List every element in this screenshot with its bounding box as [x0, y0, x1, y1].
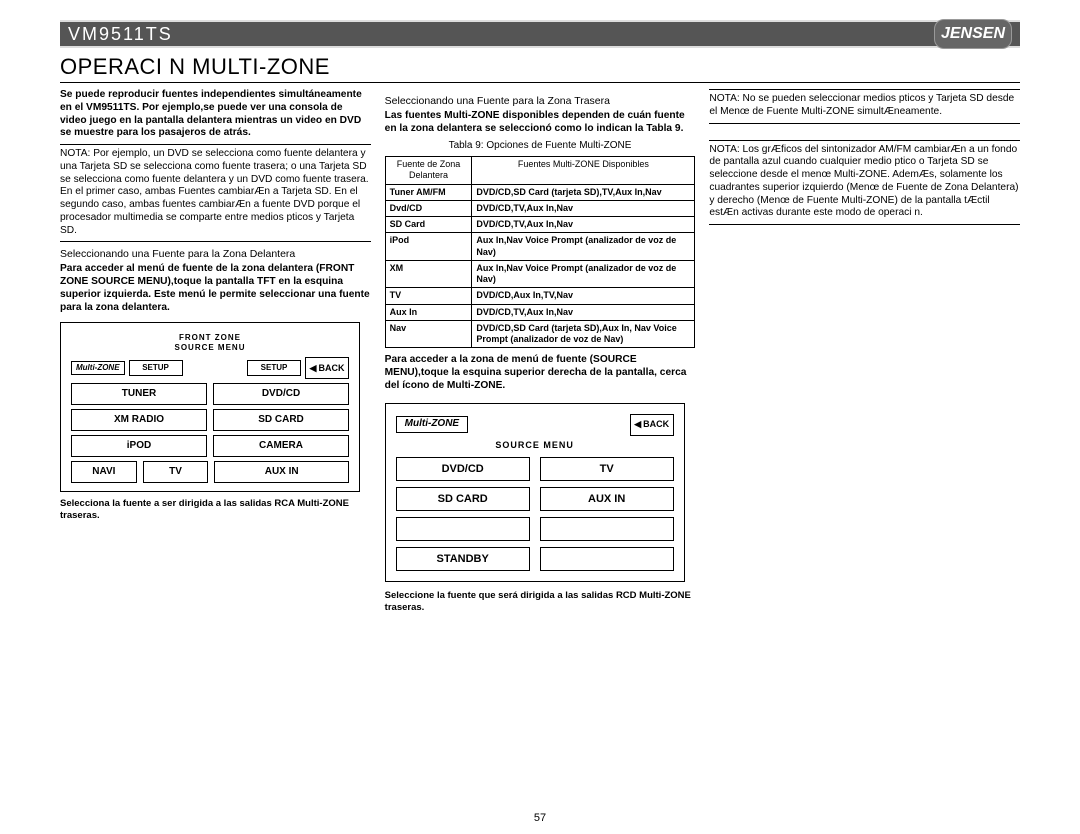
table-caption: Tabla 9: Opciones de Fuente Multi-ZONE: [385, 140, 696, 153]
rear-placeholder-1: [396, 517, 530, 541]
column-3: NOTA: No se pueden seleccionar medios pt…: [709, 89, 1020, 618]
setup-right-button[interactable]: SETUP: [247, 360, 301, 376]
dvdcd-button[interactable]: DVD/CD: [213, 383, 349, 405]
ipod-button[interactable]: iPOD: [71, 435, 207, 457]
t9-r6-c0: Aux In: [385, 304, 472, 320]
rear-back-label: BACK: [643, 419, 669, 430]
page-number: 57: [0, 812, 1080, 824]
t9-r2-c1: DVD/CD,TV,Aux In,Nav: [472, 217, 695, 233]
rear-access: Para acceder a la zona de menú de fuente…: [385, 354, 696, 392]
front-zone-menu: FRONT ZONE SOURCE MENU Multi-ZONE SETUP …: [60, 322, 360, 492]
note-c3-2: NOTA: Los grÆficos del sintonizador AM/F…: [709, 144, 1020, 221]
setup-left-button[interactable]: SETUP: [129, 360, 183, 376]
front-access: Para acceder al menú de fuente de la zon…: [60, 263, 371, 314]
front-menu-title1: FRONT ZONE: [71, 333, 349, 343]
rear-zone-menu: Multi-ZONE BACK SOURCE MENU DVD/CD TV SD…: [385, 403, 685, 582]
front-subhead: Seleccionando una Fuente para la Zona De…: [60, 248, 371, 261]
brand-logo: JENSEN: [934, 19, 1012, 49]
rear-caption: Seleccione la fuente que será dirigida a…: [385, 590, 696, 614]
tv-button[interactable]: TV: [143, 461, 209, 483]
t9-r3-c1: Aux In,Nav Voice Prompt (analizador de v…: [472, 233, 695, 261]
note-c3-1: NOTA: No se pueden seleccionar medios pt…: [709, 93, 1020, 119]
t9-r2-c0: SD Card: [385, 217, 472, 233]
rear-placeholder-3: [540, 547, 674, 571]
rear-source-label: SOURCE MENU: [396, 440, 674, 451]
t9-r7-c0: Nav: [385, 320, 472, 348]
th-left: Fuente de Zona Delantera: [385, 157, 472, 185]
xm-button[interactable]: XM RADIO: [71, 409, 207, 431]
t9-r3-c0: iPod: [385, 233, 472, 261]
multizone-tab[interactable]: Multi-ZONE: [71, 361, 125, 375]
model-label: VM9511TS: [68, 20, 173, 48]
t9-r5-c0: TV: [385, 288, 472, 304]
rear-placeholder-2: [540, 517, 674, 541]
back-button[interactable]: BACK: [305, 357, 349, 379]
tuner-button[interactable]: TUNER: [71, 383, 207, 405]
navi-button[interactable]: NAVI: [71, 461, 137, 483]
rear-subhead: Seleccionando una Fuente para la Zona Tr…: [385, 95, 696, 108]
column-2: Seleccionando una Fuente para la Zona Tr…: [385, 89, 696, 618]
sdcard-button[interactable]: SD CARD: [213, 409, 349, 431]
rear-standby-button[interactable]: STANDBY: [396, 547, 530, 571]
t9-r0-c0: Tuner AM/FM: [385, 184, 472, 200]
rear-aux-button[interactable]: AUX IN: [540, 487, 674, 511]
t9-r0-c1: DVD/CD,SD Card (tarjeta SD),TV,Aux In,Na…: [472, 184, 695, 200]
th-right: Fuentes Multi-ZONE Disponibles: [472, 157, 695, 185]
table-9: Fuente de Zona Delantera Fuentes Multi-Z…: [385, 156, 696, 348]
rear-sd-button[interactable]: SD CARD: [396, 487, 530, 511]
t9-r6-c1: DVD/CD,TV,Aux In,Nav: [472, 304, 695, 320]
t9-r1-c1: DVD/CD,TV,Aux In,Nav: [472, 200, 695, 216]
rear-back-button[interactable]: BACK: [630, 414, 674, 436]
t9-r4-c1: Aux In,Nav Voice Prompt (analizador de v…: [472, 260, 695, 288]
rear-dvdcd-button[interactable]: DVD/CD: [396, 457, 530, 481]
intro-text: Se puede reproducir fuentes independient…: [60, 89, 371, 140]
t9-r4-c0: XM: [385, 260, 472, 288]
page-title: OPERACI N MULTI-ZONE: [60, 54, 1020, 83]
t9-r5-c1: DVD/CD,Aux In,TV,Nav: [472, 288, 695, 304]
t9-r7-c1: DVD/CD,SD Card (tarjeta SD),Aux In, Nav …: [472, 320, 695, 348]
note-1: NOTA: Por ejemplo, un DVD se selecciona …: [60, 148, 371, 237]
auxin-button[interactable]: AUX IN: [214, 461, 349, 483]
t9-r1-c0: Dvd/CD: [385, 200, 472, 216]
rear-tv-button[interactable]: TV: [540, 457, 674, 481]
front-caption: Selecciona la fuente a ser dirigida a la…: [60, 498, 371, 522]
back-label: BACK: [318, 363, 344, 374]
camera-button[interactable]: CAMERA: [213, 435, 349, 457]
header-bar: VM9511TS JENSEN: [60, 20, 1020, 48]
rear-intro: Las fuentes Multi-ZONE disponibles depen…: [385, 110, 696, 136]
column-1: Se puede reproducir fuentes independient…: [60, 89, 371, 618]
mz-label[interactable]: Multi-ZONE: [396, 416, 468, 433]
front-menu-title2: SOURCE MENU: [71, 343, 349, 353]
